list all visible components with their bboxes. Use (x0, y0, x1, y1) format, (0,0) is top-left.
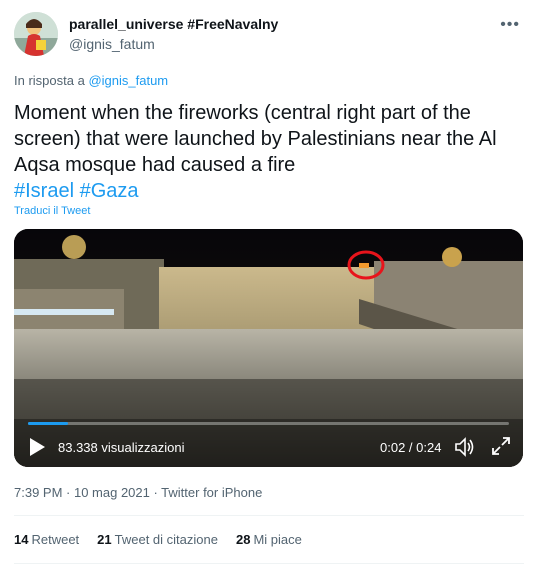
hashtag-israel[interactable]: #Israel (14, 180, 74, 202)
retweet-stat[interactable]: 14 Retweet (14, 532, 79, 547)
video-frame (14, 229, 523, 467)
divider (14, 563, 524, 564)
video-time: 0:02 / 0:24 (380, 440, 442, 455)
retweet-count: 14 (14, 532, 29, 547)
display-name[interactable]: parallel_universe #FreeNavalny (69, 16, 278, 32)
like-stat[interactable]: 28 Mi piace (236, 532, 302, 547)
tweet-stats: 14 Retweet 21 Tweet di citazione 28 Mi piac… (14, 532, 320, 547)
hashtag-gaza[interactable]: #Gaza (80, 180, 139, 202)
divider (14, 515, 524, 516)
view-count: 83.338 visualizzazioni (58, 440, 185, 455)
reply-context: In risposta a @ignis_fatum (14, 73, 168, 88)
reply-prefix: In risposta a (14, 73, 85, 88)
like-count: 28 (235, 532, 251, 547)
translate-link[interactable]: Traduci il Tweet (14, 205, 90, 217)
quote-stat[interactable]: 21 Tweet di citazione (97, 532, 218, 547)
like-label: Mi piace (253, 532, 302, 547)
fullscreen-icon[interactable] (491, 436, 511, 456)
quote-label: Tweet di citazione (114, 532, 218, 547)
quote-count: 21 (97, 532, 112, 547)
user-handle[interactable]: @ignis_fatum (69, 36, 278, 52)
retweet-label: Retweet (31, 532, 80, 547)
reply-to-link[interactable]: @ignis_fatum (88, 73, 168, 88)
video-player[interactable]: 83.338 visualizzazioni 0:02 / 0:24 (14, 229, 523, 467)
video-progress-bar[interactable] (28, 422, 509, 425)
more-dots-icon[interactable]: ••• (500, 16, 520, 34)
tweet-body: Moment when the fireworks (central right… (14, 102, 497, 176)
tweet-header: parallel_universe #FreeNavalny @ignis_fa… (14, 12, 524, 60)
tweet-text: Moment when the fireworks (central right… (14, 100, 524, 204)
video-progress-fill (28, 422, 68, 425)
volume-icon[interactable] (454, 436, 476, 458)
tweet-meta[interactable]: 7:39 PM · 10 mag 2021 · Twitter for iPho… (14, 485, 262, 500)
avatar[interactable] (14, 12, 58, 56)
play-icon[interactable] (28, 437, 46, 457)
